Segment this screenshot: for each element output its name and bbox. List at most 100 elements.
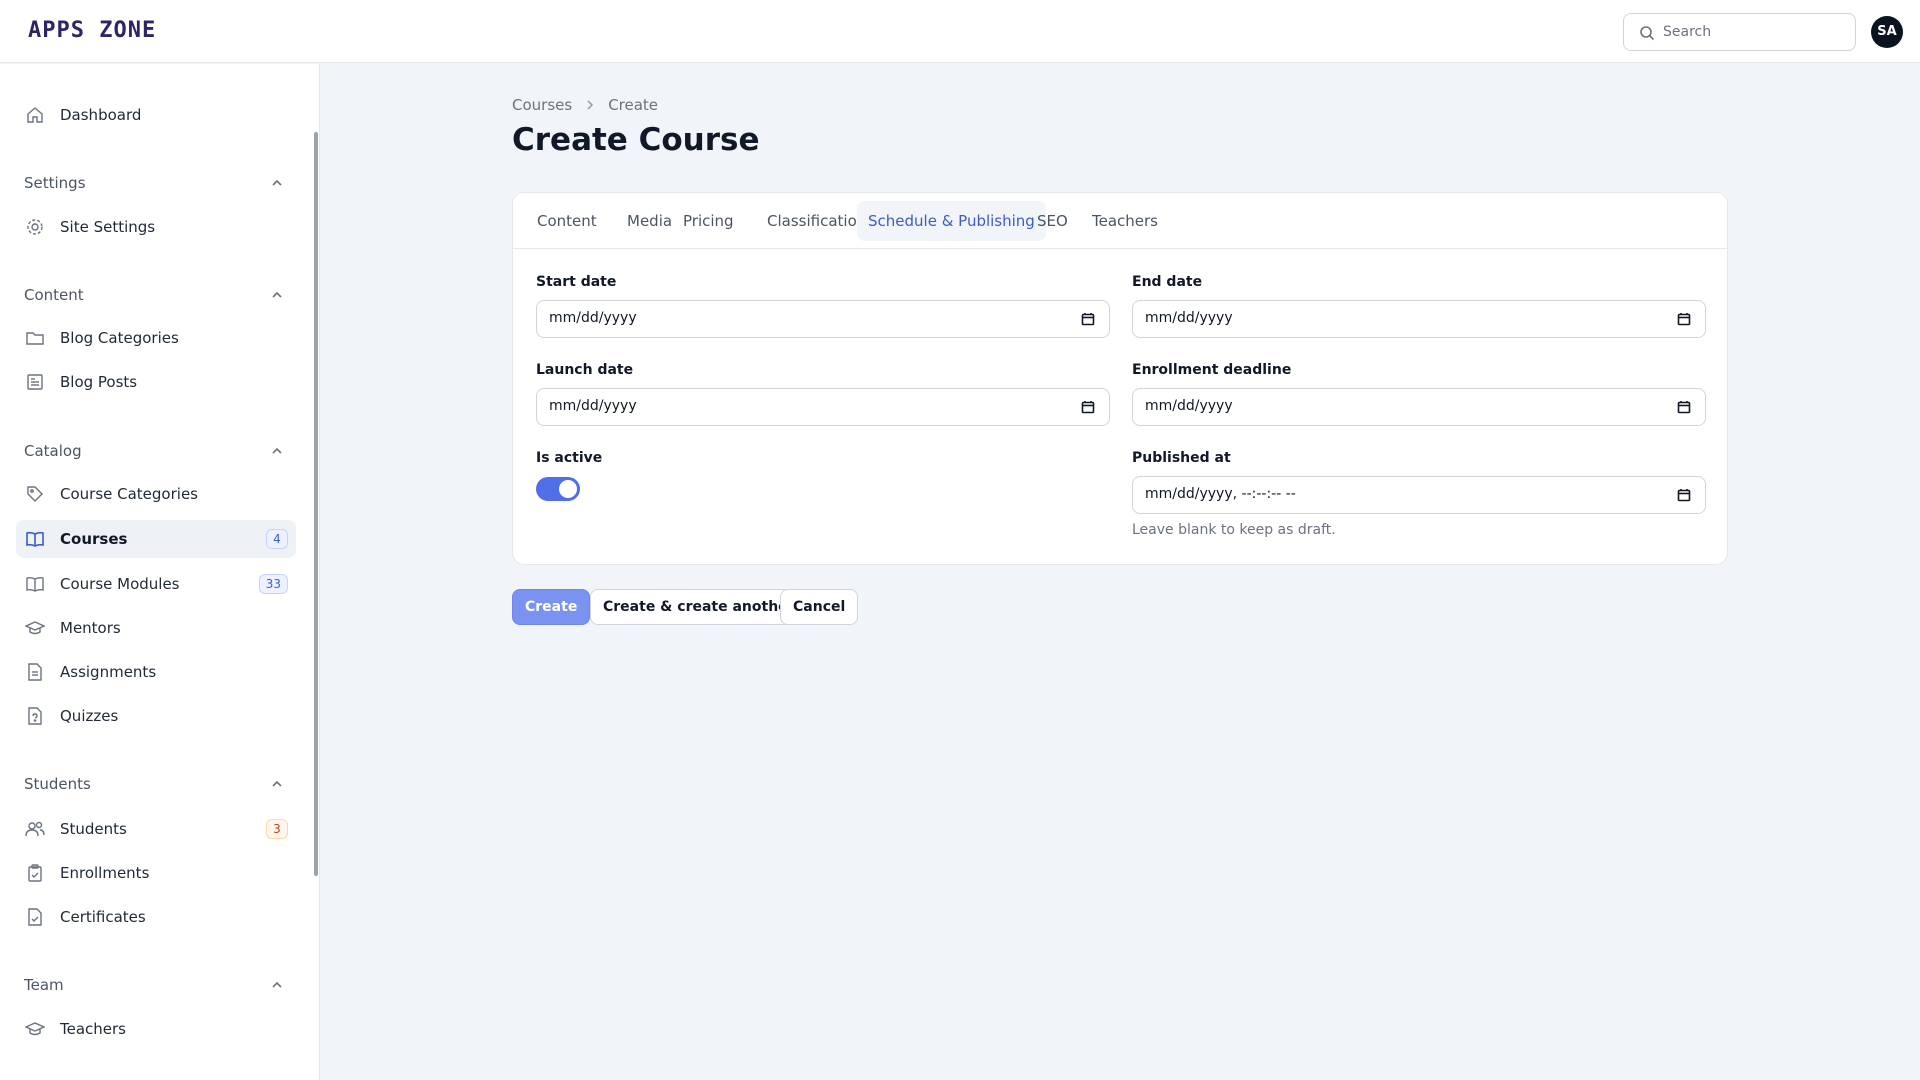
sidebar-item-label: Certificates — [60, 908, 146, 926]
enrollment-deadline-field[interactable]: mm/dd/yyyy — [1132, 388, 1706, 426]
calendar-icon[interactable] — [1081, 312, 1095, 326]
page-title: Create Course — [512, 122, 760, 158]
field-value: mm/dd/yyyy — [549, 310, 637, 326]
sidebar-item-label: Enrollments — [60, 864, 150, 882]
sidebar-item-site-settings[interactable]: Site Settings — [16, 208, 296, 246]
search-icon — [1640, 26, 1655, 41]
sidebar-item-enrollments[interactable]: Enrollments — [16, 854, 296, 892]
sidebar-item-label: Courses — [60, 530, 128, 548]
count-badge: 4 — [266, 529, 288, 549]
published-at-label: Published at — [1132, 450, 1231, 466]
top-bar: APPS ZONE SA — [0, 0, 1920, 63]
tab-teachers[interactable]: Teachers — [1081, 201, 1169, 241]
calendar-icon[interactable] — [1677, 488, 1691, 502]
tab-seo[interactable]: SEO — [1026, 201, 1079, 241]
launch-date-field[interactable]: mm/dd/yyyy — [536, 388, 1110, 426]
graduation-cap-icon — [25, 1022, 45, 1036]
chevron-up-icon[interactable] — [270, 978, 284, 992]
document-check-icon — [28, 908, 42, 926]
published-at-field[interactable]: mm/dd/yyyy, --:--:-- -- — [1132, 476, 1706, 514]
app-logo[interactable]: APPS ZONE — [28, 18, 156, 43]
field-value: mm/dd/yyyy — [1145, 398, 1233, 414]
launch-date-label: Launch date — [536, 362, 634, 378]
group-title-team[interactable]: Team — [24, 976, 64, 994]
calendar-icon[interactable] — [1081, 400, 1095, 414]
is-active-label: Is active — [536, 450, 603, 466]
toggle-knob — [559, 480, 577, 498]
cancel-button[interactable]: Cancel — [780, 589, 859, 625]
sidebar-item-dashboard[interactable]: Dashboard — [16, 96, 296, 134]
document-question-icon — [28, 707, 42, 725]
tab-bar: Content Media Pricing Classification Sch… — [513, 193, 1727, 249]
tab-schedule-publishing[interactable]: Schedule & Publishing — [857, 201, 1046, 241]
tab-content[interactable]: Content — [526, 201, 608, 241]
sidebar-item-certificates[interactable]: Certificates — [16, 898, 296, 936]
group-title-content[interactable]: Content — [24, 286, 84, 304]
sidebar-item-label: Course Categories — [60, 485, 198, 503]
sidebar-item-label: Dashboard — [60, 106, 142, 124]
clipboard-check-icon — [28, 864, 42, 882]
enrollment-deadline-label: Enrollment deadline — [1132, 362, 1292, 378]
start-date-label: Start date — [536, 274, 617, 290]
sidebar-item-course-categories[interactable]: Course Categories — [16, 475, 296, 513]
sidebar-item-quizzes[interactable]: Quizzes — [16, 697, 296, 735]
sidebar-item-label: Mentors — [60, 619, 121, 637]
sidebar-item-label: Site Settings — [60, 218, 156, 236]
chevron-up-icon[interactable] — [270, 176, 284, 190]
sidebar-item-students[interactable]: Students 3 — [16, 810, 296, 848]
sidebar-item-label: Blog Categories — [60, 329, 179, 347]
sidebar-item-label: Teachers — [60, 1020, 126, 1038]
sidebar-item-label: Quizzes — [60, 707, 119, 725]
search-input[interactable] — [1663, 22, 1848, 42]
calendar-icon[interactable] — [1677, 312, 1691, 326]
end-date-field[interactable]: mm/dd/yyyy — [1132, 300, 1706, 338]
count-badge: 3 — [266, 819, 288, 839]
sidebar-item-assignments[interactable]: Assignments — [16, 653, 296, 691]
search-box[interactable] — [1623, 13, 1856, 51]
sidebar-item-course-modules[interactable]: Course Modules 33 — [16, 565, 296, 603]
chevron-up-icon[interactable] — [270, 444, 284, 458]
field-value: mm/dd/yyyy, --:--:-- -- — [1145, 486, 1296, 502]
chevron-up-icon[interactable] — [270, 288, 284, 302]
sidebar-item-mentors[interactable]: Mentors — [16, 609, 296, 647]
sidebar-item-blog-categories[interactable]: Blog Categories — [16, 319, 296, 357]
user-avatar[interactable]: SA — [1871, 16, 1903, 48]
group-title-catalog[interactable]: Catalog — [24, 442, 82, 460]
newspaper-icon — [27, 374, 43, 390]
graduation-cap-icon — [25, 621, 45, 635]
sidebar-item-label: Students — [60, 820, 127, 838]
chevron-up-icon[interactable] — [270, 777, 284, 791]
home-icon — [27, 107, 43, 123]
sidebar-item-label: Blog Posts — [60, 373, 138, 391]
breadcrumb-link-courses[interactable]: Courses — [512, 96, 572, 114]
calendar-icon[interactable] — [1677, 400, 1691, 414]
book-open-icon — [26, 531, 44, 547]
create-button[interactable]: Create — [512, 589, 591, 625]
field-value: mm/dd/yyyy — [549, 398, 637, 414]
group-title-students[interactable]: Students — [24, 775, 91, 793]
field-value: mm/dd/yyyy — [1145, 310, 1233, 326]
sidebar-item-courses[interactable]: Courses 4 — [16, 520, 296, 558]
start-date-field[interactable]: mm/dd/yyyy — [536, 300, 1110, 338]
sidebar-scrollbar[interactable] — [314, 132, 318, 876]
sidebar: Dashboard Settings Site Settings Content… — [0, 64, 320, 1080]
breadcrumb-current: Create — [608, 96, 659, 114]
end-date-label: End date — [1132, 274, 1203, 290]
sidebar-item-teachers[interactable]: Teachers — [16, 1010, 296, 1048]
document-icon — [28, 663, 42, 681]
tag-icon — [27, 486, 43, 502]
group-title-settings[interactable]: Settings — [24, 174, 86, 192]
sidebar-item-blog-posts[interactable]: Blog Posts — [16, 363, 296, 401]
users-icon — [25, 821, 45, 837]
sidebar-item-label: Course Modules — [60, 575, 180, 593]
breadcrumb: Courses Create — [512, 96, 658, 114]
published-at-hint: Leave blank to keep as draft. — [1132, 522, 1336, 538]
gear-icon — [27, 219, 43, 235]
book-open-icon — [26, 576, 44, 592]
tab-pricing[interactable]: Pricing — [672, 201, 745, 241]
create-another-button[interactable]: Create & create another — [590, 589, 808, 625]
count-badge: 33 — [258, 574, 288, 594]
is-active-toggle[interactable] — [536, 477, 580, 501]
folder-icon — [26, 332, 44, 345]
sidebar-item-label: Assignments — [60, 663, 157, 681]
